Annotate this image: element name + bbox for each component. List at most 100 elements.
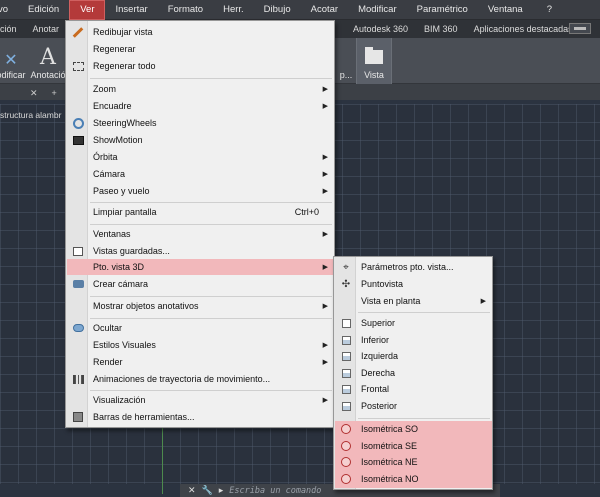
- submenu-arrow-icon: ▶: [322, 359, 328, 366]
- menu-item-paseo[interactable]: Paseo y vuelo ▶: [67, 183, 333, 199]
- menu-item-estilos-visuales[interactable]: Estilos Visuales ▶: [67, 337, 333, 353]
- folder-icon: [365, 47, 383, 64]
- viewport-style-label[interactable]: structura alambr: [0, 110, 61, 120]
- vista-label: Vista: [364, 70, 384, 80]
- menu-item-zoom[interactable]: Zoom ▶: [67, 81, 333, 97]
- menu-dibujo[interactable]: Dibujo: [254, 0, 301, 20]
- menu-item-label: Vista en planta: [361, 296, 421, 306]
- menu-edicion[interactable]: Edición: [18, 0, 69, 20]
- menu-item-label: Barras de herramientas...: [93, 412, 195, 422]
- menu-item-steeringwheels[interactable]: SteeringWheels: [67, 115, 333, 131]
- menu-item-label: Ventanas: [93, 229, 131, 239]
- menu-item-label: Isométrica NE: [361, 457, 418, 467]
- submenu-item-derecha[interactable]: Derecha: [335, 365, 491, 381]
- viewpoint-submenu: ⌖ Parámetros pto. vista... ✣ Puntovista …: [333, 256, 493, 490]
- new-tab-icon[interactable]: +: [52, 88, 57, 98]
- menu-item-render[interactable]: Render ▶: [67, 354, 333, 370]
- menu-item-crear-camara[interactable]: Crear cámara: [67, 276, 333, 292]
- submenu-item-inferior[interactable]: Inferior: [335, 332, 491, 348]
- menu-item-regenerar[interactable]: Regenerar: [67, 41, 333, 57]
- steeringwheel-icon: [72, 117, 84, 129]
- submenu-item-vista-planta[interactable]: Vista en planta ▶: [335, 293, 491, 309]
- submenu-item-izquierda[interactable]: Izquierda: [335, 348, 491, 364]
- tab-anotar[interactable]: Anotar: [25, 20, 68, 38]
- menu-insertar[interactable]: Insertar: [105, 0, 157, 20]
- tab-bim-360[interactable]: BIM 360: [416, 20, 466, 38]
- menu-item-pto-vista-3d[interactable]: Pto. vista 3D ▶: [67, 259, 333, 275]
- submenu-arrow-icon: ▶: [322, 231, 328, 238]
- submenu-item-posterior[interactable]: Posterior: [335, 398, 491, 414]
- submenu-item-frontal[interactable]: Frontal: [335, 381, 491, 397]
- menu-item-label: Inferior: [361, 335, 390, 345]
- menu-item-visualizacion[interactable]: Visualización ▶: [67, 392, 333, 408]
- close-icon[interactable]: ✕: [188, 485, 196, 496]
- menu-item-label: Isométrica SO: [361, 424, 419, 434]
- vista-button[interactable]: Vista: [356, 38, 392, 84]
- file-tab-bar: ✕ +: [0, 86, 70, 100]
- menu-item-regenerar-todo[interactable]: Regenerar todo: [67, 58, 333, 74]
- pencil-icon: [72, 26, 84, 38]
- menu-item-encuadre[interactable]: Encuadre ▶: [67, 98, 333, 114]
- shortcut-label: Ctrl+0: [294, 207, 319, 217]
- submenu-item-iso-so[interactable]: Isométrica SO: [335, 421, 491, 437]
- menu-item-label: Cámara: [93, 169, 126, 179]
- menu-item-label: Render: [93, 357, 123, 367]
- menu-item-vistas-guardadas[interactable]: Vistas guardadas...: [67, 243, 333, 259]
- menu-separator: [90, 224, 332, 225]
- menu-item-label: Paseo y vuelo: [93, 186, 150, 196]
- menu-item-ventanas[interactable]: Ventanas ▶: [67, 226, 333, 242]
- menu-item-label: Superior: [361, 318, 396, 328]
- tab-autodesk-360[interactable]: Autodesk 360: [345, 20, 416, 38]
- menu-item-ocultar[interactable]: Ocultar: [67, 320, 333, 336]
- menu-ventana[interactable]: Ventana: [478, 0, 533, 20]
- menu-item-label: Derecha: [361, 368, 396, 378]
- ribbon-toggle-button[interactable]: [569, 23, 591, 34]
- menu-item-limpiar[interactable]: Limpiar pantalla Ctrl+0: [67, 204, 333, 220]
- submenu-item-superior[interactable]: Superior: [335, 315, 491, 331]
- annotation-icon: A: [40, 45, 56, 70]
- menu-item-mostrar-objetos[interactable]: Mostrar objetos anotativos ▶: [67, 298, 333, 314]
- modificar-button[interactable]: ✕ odificar: [0, 38, 28, 84]
- menu-item-redibujar[interactable]: Redibujar vista: [67, 24, 333, 40]
- submenu-arrow-icon: ▶: [322, 342, 328, 349]
- submenu-item-iso-ne[interactable]: Isométrica NE: [335, 454, 491, 470]
- menu-formato[interactable]: Formato: [158, 0, 213, 20]
- menu-separator: [90, 202, 332, 203]
- regen-all-icon: [72, 60, 84, 72]
- menu-item-label: Regenerar todo: [93, 61, 156, 71]
- menu-item-label: Visualización: [93, 395, 146, 405]
- view-menu: Redibujar vista Regenerar Regenerar todo…: [65, 20, 335, 428]
- menu-item-animaciones[interactable]: Animaciones de trayectoria de movimiento…: [67, 371, 333, 387]
- submenu-item-parametros[interactable]: ⌖ Parámetros pto. vista...: [335, 259, 491, 275]
- modify-icon: ✕: [4, 52, 18, 69]
- menu-archivo[interactable]: vo: [0, 0, 18, 20]
- menu-acotar[interactable]: Acotar: [301, 0, 348, 20]
- menu-modificar[interactable]: Modificar: [348, 0, 407, 20]
- menu-item-orbita[interactable]: Órbita ▶: [67, 149, 333, 165]
- menu-item-label: Izquierda: [361, 351, 399, 361]
- close-tab-icon[interactable]: ✕: [30, 88, 38, 99]
- menu-item-barras[interactable]: Barras de herramientas...: [67, 409, 333, 425]
- partial-ribbon-button[interactable]: p...: [336, 38, 356, 84]
- menu-herr[interactable]: Herr.: [213, 0, 254, 20]
- menu-help[interactable]: ?: [533, 0, 566, 20]
- anotacion-button[interactable]: A A Anotació: [30, 38, 66, 84]
- wrench-icon[interactable]: 🔧: [202, 485, 213, 496]
- menu-separator: [90, 78, 332, 79]
- menu-separator: [90, 318, 332, 319]
- command-input[interactable]: Escriba un comando: [229, 486, 321, 496]
- ribbon-tab-right-group: Autodesk 360 BIM 360 Aplicaciones destac…: [345, 20, 581, 38]
- menu-item-camara[interactable]: Cámara ▶: [67, 166, 333, 182]
- menu-parametrico[interactable]: Paramétrico: [407, 0, 478, 20]
- submenu-item-iso-se[interactable]: Isométrica SE: [335, 438, 491, 454]
- submenu-item-puntovista[interactable]: ✣ Puntovista: [335, 276, 491, 292]
- tab-insercion[interactable]: rción: [0, 20, 25, 38]
- submenu-item-iso-no[interactable]: Isométrica NO: [335, 471, 491, 487]
- submenu-arrow-icon: ▶: [322, 86, 328, 93]
- motion-path-icon: [72, 373, 84, 385]
- top-view-icon: [340, 317, 352, 329]
- menu-item-showmotion[interactable]: ShowMotion: [67, 132, 333, 148]
- tab-aplicaciones-destacadas[interactable]: Aplicaciones destacadas: [466, 20, 581, 38]
- submenu-arrow-icon: ▶: [480, 298, 486, 305]
- menu-ver[interactable]: Ver: [69, 0, 106, 20]
